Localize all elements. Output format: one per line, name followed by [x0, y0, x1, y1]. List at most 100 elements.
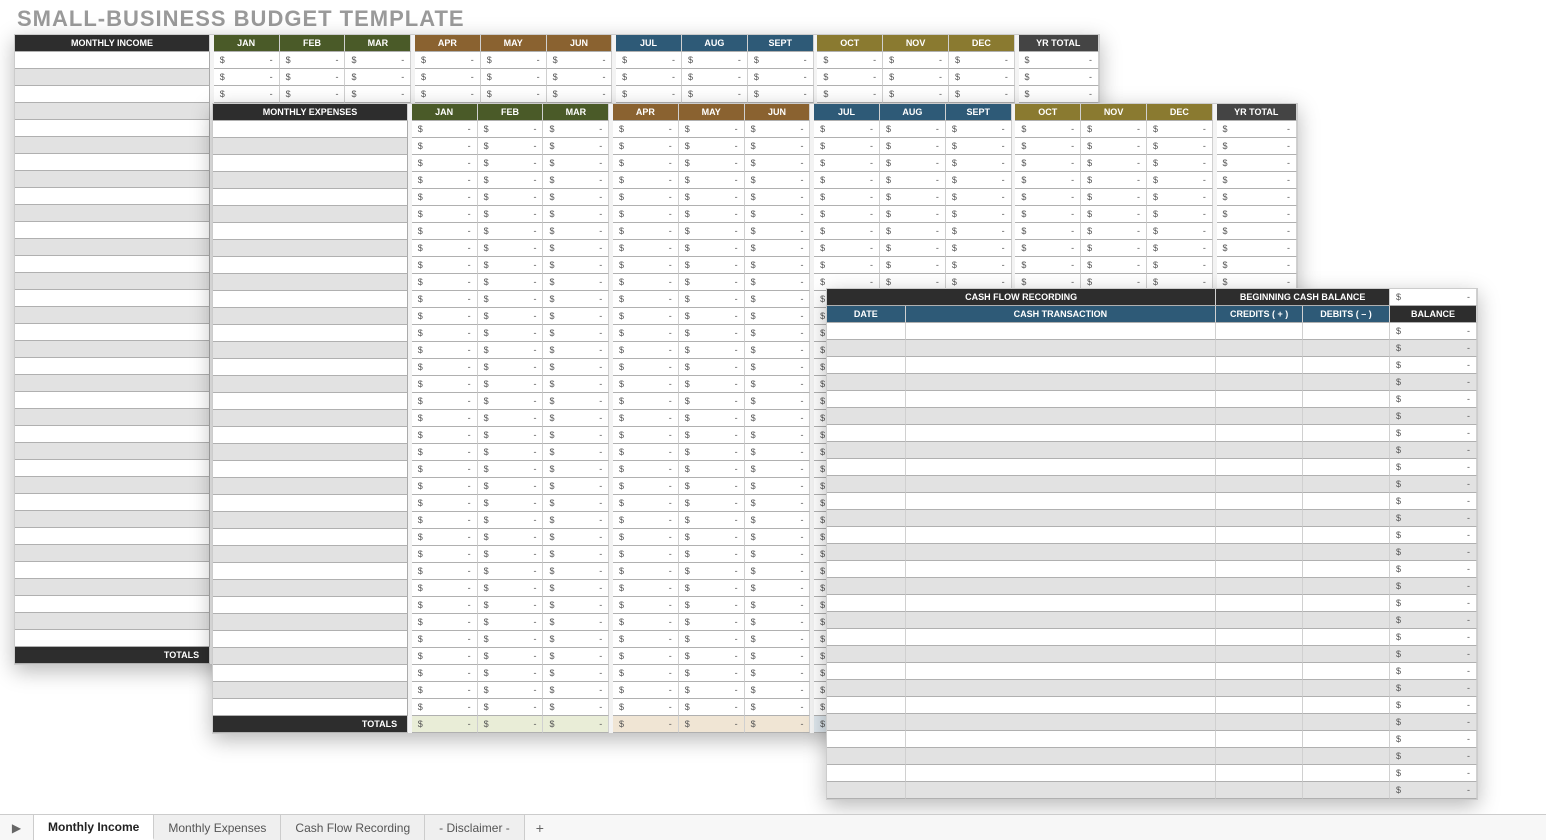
expenses-cell[interactable]: $- — [543, 699, 609, 716]
expenses-cell[interactable]: $- — [1147, 121, 1213, 138]
expenses-cell[interactable]: $- — [543, 478, 609, 495]
cashflow-debits-cell[interactable] — [1303, 323, 1390, 340]
expenses-cell[interactable]: $- — [745, 172, 811, 189]
expenses-cell[interactable]: $- — [478, 699, 544, 716]
income-cell[interactable]: $- — [883, 86, 949, 103]
income-cell[interactable]: $- — [214, 69, 280, 86]
cashflow-transaction-cell[interactable] — [906, 561, 1217, 578]
expenses-row-label[interactable] — [213, 155, 408, 172]
expenses-cell[interactable]: $- — [613, 359, 679, 376]
tab--disclaimer-[interactable]: - Disclaimer - — [425, 815, 525, 840]
cashflow-debits-cell[interactable] — [1303, 459, 1390, 476]
expenses-cell[interactable]: $- — [679, 257, 745, 274]
cashflow-date-cell[interactable] — [827, 374, 906, 391]
cashflow-date-cell[interactable] — [827, 629, 906, 646]
income-row-label[interactable] — [15, 579, 210, 596]
expenses-cell[interactable]: $- — [543, 393, 609, 410]
expenses-cell[interactable]: $- — [814, 223, 880, 240]
expenses-cell[interactable]: $- — [613, 546, 679, 563]
expenses-cell[interactable]: $- — [412, 410, 478, 427]
expenses-cell[interactable]: $- — [412, 563, 478, 580]
expenses-cell[interactable]: $- — [412, 240, 478, 257]
expenses-cell[interactable]: $- — [745, 308, 811, 325]
cashflow-debits-cell[interactable] — [1303, 442, 1390, 459]
expenses-cell[interactable]: $- — [745, 461, 811, 478]
expenses-cell[interactable]: $- — [1147, 172, 1213, 189]
income-cell[interactable]: $- — [481, 86, 547, 103]
expenses-cell[interactable]: $- — [543, 342, 609, 359]
cashflow-transaction-cell[interactable] — [906, 782, 1217, 799]
expenses-cell[interactable]: $- — [478, 529, 544, 546]
expenses-cell[interactable]: $- — [745, 257, 811, 274]
cashflow-transaction-cell[interactable] — [906, 374, 1217, 391]
expenses-cell[interactable]: $- — [1015, 189, 1081, 206]
cashflow-transaction-cell[interactable] — [906, 765, 1217, 782]
expenses-cell[interactable]: $- — [745, 563, 811, 580]
cashflow-date-cell[interactable] — [827, 510, 906, 527]
cashflow-date-cell[interactable] — [827, 663, 906, 680]
expenses-cell[interactable]: $- — [412, 614, 478, 631]
income-cell[interactable]: $- — [748, 69, 814, 86]
income-cell[interactable]: $- — [214, 86, 280, 103]
expenses-cell[interactable]: $- — [1081, 121, 1147, 138]
income-row-label[interactable] — [15, 460, 210, 477]
cashflow-transaction-cell[interactable] — [906, 340, 1217, 357]
expenses-cell[interactable]: $- — [814, 189, 880, 206]
expenses-cell[interactable]: $- — [745, 121, 811, 138]
cashflow-date-cell[interactable] — [827, 323, 906, 340]
income-row-label[interactable] — [15, 188, 210, 205]
cashflow-date-cell[interactable] — [827, 748, 906, 765]
expenses-row-label[interactable] — [213, 359, 408, 376]
cashflow-credits-cell[interactable] — [1216, 544, 1303, 561]
expenses-cell[interactable]: $- — [613, 189, 679, 206]
expenses-row-label[interactable] — [213, 376, 408, 393]
income-row-label[interactable] — [15, 103, 210, 120]
expenses-cell[interactable]: $- — [478, 614, 544, 631]
expenses-cell[interactable]: $- — [412, 665, 478, 682]
income-row-label[interactable] — [15, 205, 210, 222]
expenses-cell[interactable]: $- — [543, 410, 609, 427]
expenses-cell[interactable]: $- — [543, 155, 609, 172]
expenses-cell[interactable]: $- — [412, 291, 478, 308]
expenses-cell[interactable]: $- — [478, 359, 544, 376]
expenses-cell[interactable]: $- — [478, 172, 544, 189]
income-cell[interactable]: $- — [345, 86, 411, 103]
expenses-cell[interactable]: $- — [880, 121, 946, 138]
tab-nav-right-icon[interactable]: ▶ — [0, 815, 34, 840]
expenses-row-label[interactable] — [213, 444, 408, 461]
cashflow-transaction-cell[interactable] — [906, 425, 1217, 442]
expenses-cell[interactable]: $- — [412, 444, 478, 461]
cashflow-debits-cell[interactable] — [1303, 680, 1390, 697]
income-row-label[interactable] — [15, 120, 210, 137]
cashflow-transaction-cell[interactable] — [906, 510, 1217, 527]
expenses-cell[interactable]: $- — [478, 444, 544, 461]
expenses-cell[interactable]: $- — [613, 580, 679, 597]
expenses-cell[interactable]: $- — [679, 291, 745, 308]
expenses-cell[interactable]: $- — [679, 597, 745, 614]
expenses-cell[interactable]: $- — [543, 359, 609, 376]
expenses-cell[interactable]: $- — [679, 495, 745, 512]
expenses-cell[interactable]: $- — [679, 478, 745, 495]
expenses-row-label[interactable] — [213, 172, 408, 189]
expenses-cell[interactable]: $- — [679, 665, 745, 682]
expenses-cell[interactable]: $- — [745, 155, 811, 172]
expenses-cell[interactable]: $- — [679, 512, 745, 529]
cashflow-date-cell[interactable] — [827, 595, 906, 612]
expenses-cell[interactable]: $- — [543, 274, 609, 291]
expenses-cell[interactable]: $- — [745, 631, 811, 648]
income-row-label[interactable] — [15, 256, 210, 273]
expenses-cell[interactable]: $- — [880, 240, 946, 257]
cashflow-credits-cell[interactable] — [1216, 527, 1303, 544]
cashflow-date-cell[interactable] — [827, 442, 906, 459]
cashflow-debits-cell[interactable] — [1303, 663, 1390, 680]
cashflow-debits-cell[interactable] — [1303, 697, 1390, 714]
expenses-cell[interactable]: $- — [1015, 223, 1081, 240]
income-cell[interactable]: $- — [547, 69, 613, 86]
income-row-label[interactable] — [15, 52, 210, 69]
cashflow-date-cell[interactable] — [827, 408, 906, 425]
expenses-cell[interactable]: $- — [946, 172, 1012, 189]
cashflow-transaction-cell[interactable] — [906, 459, 1217, 476]
expenses-cell[interactable]: $- — [412, 512, 478, 529]
expenses-cell[interactable]: $- — [543, 682, 609, 699]
cashflow-transaction-cell[interactable] — [906, 680, 1217, 697]
